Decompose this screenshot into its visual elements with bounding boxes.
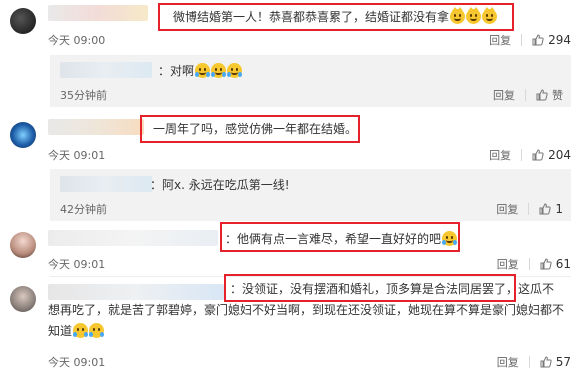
comment-time: 今天 09:01 bbox=[48, 149, 106, 162]
tears-of-joy-emoji bbox=[195, 63, 211, 78]
divider bbox=[521, 149, 523, 161]
reply-actions: 回复 1 bbox=[496, 201, 563, 217]
reply-button[interactable]: 回复 bbox=[496, 201, 518, 217]
divider bbox=[528, 203, 530, 215]
reply-button[interactable]: 回复 bbox=[493, 87, 515, 103]
tears-of-joy-emoji bbox=[211, 63, 227, 78]
reply-button[interactable]: 回复 bbox=[489, 32, 511, 48]
like-button[interactable]: 294 bbox=[532, 33, 571, 47]
comment-text-line-3: 知道 bbox=[48, 323, 105, 339]
reply-button[interactable]: 回复 bbox=[497, 256, 519, 272]
thumb-up-icon bbox=[532, 34, 544, 46]
like-count: 294 bbox=[548, 33, 571, 47]
reply-box: ：阿x. 永远在吃瓜第一线! 42分钟前 回复 1 bbox=[50, 169, 571, 221]
like-button[interactable]: 57 bbox=[540, 355, 571, 369]
avatar[interactable] bbox=[10, 8, 36, 34]
username-blurred[interactable] bbox=[48, 284, 224, 300]
thumb-up-icon bbox=[540, 258, 552, 270]
reply-time: 35分钟前 bbox=[60, 89, 107, 102]
comment-actions: 回复 294 bbox=[489, 32, 571, 48]
avatar[interactable] bbox=[10, 232, 36, 258]
reply-text: ：阿x. 永远在吃瓜第一线! bbox=[150, 178, 290, 192]
comment-text: ：他俩有点一言难尽，希望一直好好的吧 bbox=[225, 231, 458, 247]
thumb-up-icon bbox=[532, 149, 544, 161]
like-button[interactable]: 1 bbox=[539, 202, 563, 216]
divider bbox=[528, 258, 530, 270]
reply-time: 42分钟前 bbox=[60, 203, 107, 216]
cat-laugh-emoji bbox=[466, 7, 482, 24]
thumb-up-icon bbox=[536, 89, 548, 101]
divider bbox=[521, 34, 523, 46]
like-count: 61 bbox=[555, 257, 571, 271]
tears-of-joy-emoji bbox=[227, 63, 243, 78]
cat-laugh-emoji bbox=[450, 7, 466, 24]
avatar[interactable] bbox=[10, 122, 36, 148]
username-blurred[interactable] bbox=[60, 62, 152, 78]
reply-text: ：对啊 bbox=[158, 63, 243, 79]
comment-text-line-2: 想再吃了，就是苦了郭碧婷，豪门媳妇不好当啊，到现在还没领证，她现在算不算是豪门媳… bbox=[48, 303, 565, 317]
divider bbox=[525, 89, 526, 101]
comment-text-line-1: ：没领证，没有摆酒和婚礼，顶多算是合法同居罢了，这瓜不 bbox=[230, 282, 555, 296]
comment-4: ：没领证，没有摆酒和婚礼，顶多算是合法同居罢了，这瓜不 想再吃了，就是苦了郭碧婷… bbox=[0, 274, 581, 372]
reply-actions: 回复 赞 bbox=[493, 87, 563, 103]
comment-actions: 回复 61 bbox=[497, 256, 571, 272]
tears-of-joy-emoji bbox=[442, 231, 458, 246]
like-count: 1 bbox=[555, 202, 563, 216]
comment-time: 今天 09:01 bbox=[48, 356, 106, 369]
cry-emoji bbox=[73, 323, 89, 338]
username-blurred[interactable] bbox=[48, 119, 144, 135]
like-label: 赞 bbox=[552, 89, 563, 102]
comment-1: 微博结婚第一人！恭喜都恭喜累了，结婚证都没有拿 今天 09:00 回复 294 … bbox=[0, 0, 581, 110]
like-count: 204 bbox=[548, 148, 571, 162]
like-count: 57 bbox=[555, 355, 571, 369]
thumb-up-icon bbox=[540, 356, 552, 368]
divider bbox=[528, 356, 530, 368]
username-blurred[interactable] bbox=[60, 176, 152, 192]
reply-button[interactable]: 回复 bbox=[489, 147, 511, 163]
avatar[interactable] bbox=[10, 286, 36, 312]
comment-time: 今天 09:00 bbox=[48, 34, 106, 47]
comment-2: 一周年了吗，感觉仿佛一年都在结婚。 今天 09:01 回复 204 ：阿x. 永… bbox=[0, 112, 581, 224]
reply-button[interactable]: 回复 bbox=[497, 354, 519, 370]
cry-emoji bbox=[89, 323, 105, 338]
comment-3: ：他俩有点一言难尽，希望一直好好的吧 今天 09:01 回复 61 bbox=[0, 222, 581, 274]
username-blurred[interactable] bbox=[48, 5, 148, 21]
comment-actions: 回复 204 bbox=[489, 147, 571, 163]
like-button[interactable]: 61 bbox=[540, 257, 571, 271]
comment-actions: 回复 57 bbox=[497, 354, 571, 370]
comment-text: 微博结婚第一人！恭喜都恭喜累了，结婚证都没有拿 bbox=[173, 7, 498, 25]
comment-text: 一周年了吗，感觉仿佛一年都在结婚。 bbox=[153, 122, 358, 136]
cat-laugh-emoji bbox=[482, 7, 498, 24]
thumb-up-icon bbox=[539, 203, 552, 215]
reply-box: ：对啊 35分钟前 回复 赞 bbox=[50, 55, 571, 107]
comment-time: 今天 09:01 bbox=[48, 258, 106, 271]
like-button[interactable]: 赞 bbox=[536, 87, 563, 103]
like-button[interactable]: 204 bbox=[532, 148, 571, 162]
username-blurred[interactable] bbox=[48, 230, 218, 246]
